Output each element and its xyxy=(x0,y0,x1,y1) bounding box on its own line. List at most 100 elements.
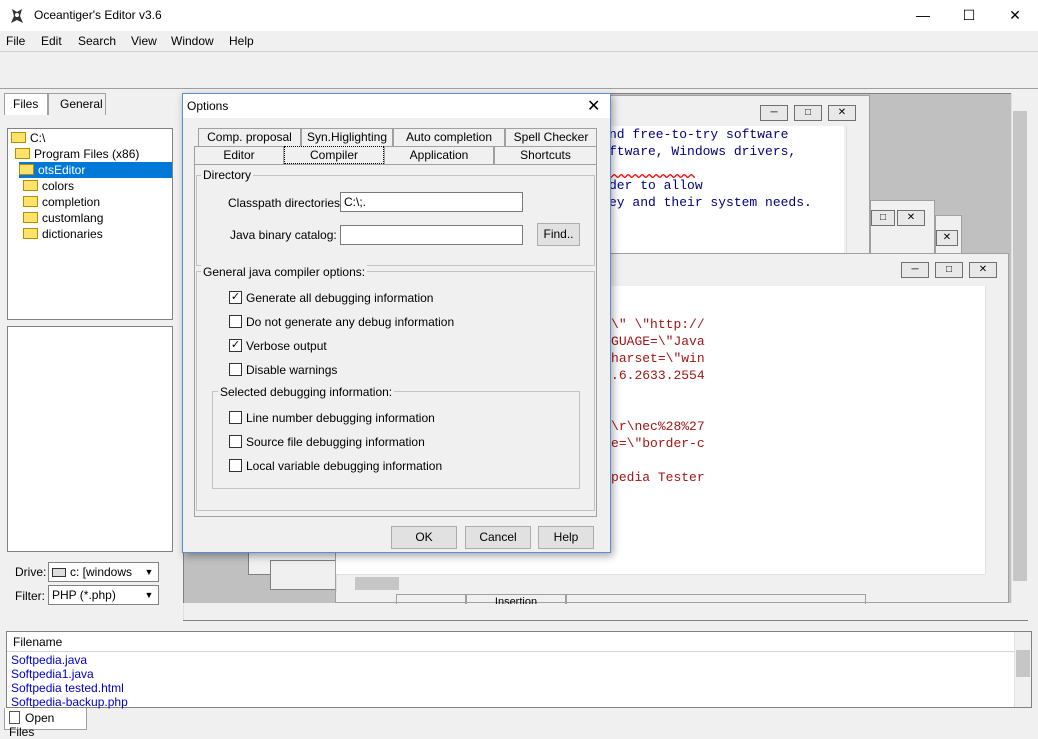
tree-item-completion[interactable]: completion xyxy=(23,194,100,210)
classpath-input[interactable]: C:\;. xyxy=(340,192,523,212)
cancel-button[interactable]: Cancel xyxy=(465,526,531,549)
app-logo-icon xyxy=(11,9,23,23)
editor-window-mid: □ ✕ xyxy=(870,200,935,255)
scroll-thumb[interactable] xyxy=(355,577,399,590)
menu-help[interactable]: Help xyxy=(229,34,254,48)
status-insertion: Insertion xyxy=(466,594,566,604)
filter-label: Filter: xyxy=(15,589,45,603)
drive-icon xyxy=(52,568,66,577)
editor-back-vscroll[interactable] xyxy=(846,126,866,256)
editor-front-hscroll[interactable] xyxy=(336,574,985,592)
checkbox[interactable] xyxy=(229,411,242,424)
folder-icon xyxy=(23,196,38,207)
option-source-file-debug: Source file debugging information xyxy=(246,435,425,449)
open-files-list: Filename Softpedia.java Softpedia1.java … xyxy=(6,631,1032,709)
close-button[interactable]: ✕ xyxy=(992,0,1038,31)
tab-syn-highlighting[interactable]: Syn.Higlighting xyxy=(301,128,393,146)
list-item[interactable]: Softpedia.java xyxy=(11,653,87,667)
menu-view[interactable]: View xyxy=(131,34,157,48)
scroll-thumb[interactable] xyxy=(1013,111,1027,581)
list-item[interactable]: Softpedia1.java xyxy=(11,667,94,681)
filter-select[interactable]: PHP (*.php) ▼ xyxy=(48,585,159,605)
option-verbose-output: Verbose output xyxy=(246,339,327,353)
tab-editor[interactable]: Editor xyxy=(194,146,284,164)
status-insertion-text: Insertion xyxy=(494,596,538,604)
tab-general[interactable]: General xyxy=(48,93,106,115)
restore-icon[interactable]: □ xyxy=(935,262,963,278)
minimize-icon[interactable]: ─ xyxy=(901,262,929,278)
mdi-vscroll[interactable] xyxy=(1011,93,1028,603)
drive-label: Drive: xyxy=(15,565,47,579)
tab-application[interactable]: Application xyxy=(384,146,494,164)
restore-icon[interactable]: □ xyxy=(871,210,895,226)
checkbox[interactable] xyxy=(229,459,242,472)
menu-bar: File Edit Search View Window Help xyxy=(0,31,1038,51)
classpath-label: Classpath directories: xyxy=(228,196,344,210)
code-line-blank: . xyxy=(609,160,844,177)
filelist-vscroll[interactable] xyxy=(1014,632,1031,707)
drive-select[interactable]: c: [windows ▼ xyxy=(48,562,159,582)
list-item[interactable]: Softpedia-backup.php xyxy=(11,695,128,709)
status-cell xyxy=(566,594,866,604)
tab-auto-completion[interactable]: Auto completion xyxy=(393,128,505,146)
filename-column-header[interactable]: Filename xyxy=(7,632,1017,652)
mdi-hscroll[interactable] xyxy=(183,603,1028,620)
option-local-variable-debug: Local variable debugging information xyxy=(246,459,443,473)
minimize-button[interactable]: — xyxy=(900,0,946,31)
tree-item-label: Program Files (x86) xyxy=(34,147,140,161)
tree-item-colors[interactable]: colors xyxy=(23,178,74,194)
dialog-close-icon[interactable]: ✕ xyxy=(587,96,600,116)
maximize-button[interactable]: ☐ xyxy=(946,0,992,31)
menu-window[interactable]: Window xyxy=(171,34,214,48)
tab-open-files[interactable]: Open Files xyxy=(4,708,87,739)
checkbox[interactable] xyxy=(229,315,242,328)
close-icon[interactable]: ✕ xyxy=(969,262,997,278)
tree-item-dictionaries[interactable]: dictionaries xyxy=(23,226,103,242)
tab-compiler[interactable]: Compiler xyxy=(284,146,384,164)
option-no-debug: Do not generate any debug information xyxy=(246,315,455,329)
tree-item-label: customlang xyxy=(42,211,104,225)
java-binary-input[interactable] xyxy=(340,225,523,245)
checkbox[interactable] xyxy=(229,363,242,376)
code-editor-back[interactable]: nd free-to-try software ftware, Windows d… xyxy=(606,126,844,256)
tab-shortcuts[interactable]: Shortcuts xyxy=(494,146,597,164)
checkbox[interactable]: ✓ xyxy=(229,291,242,304)
toolbar xyxy=(0,51,1038,89)
code-line: ey and their system needs. xyxy=(609,195,812,210)
menu-search[interactable]: Search xyxy=(78,34,116,48)
classpath-value: C:\;. xyxy=(344,195,367,209)
restore-icon[interactable]: □ xyxy=(794,105,822,121)
tab-files[interactable]: Files xyxy=(4,93,48,115)
status-cell xyxy=(396,594,466,604)
title-bar: Oceantiger's Editor v3.6 — ☐ ✕ xyxy=(0,0,1038,31)
editor-front-vscroll[interactable] xyxy=(985,286,1005,574)
tree-item-program-files[interactable]: Program Files (x86) xyxy=(15,146,139,162)
menu-file[interactable]: File xyxy=(6,34,25,48)
minimize-icon[interactable]: ─ xyxy=(760,105,788,121)
close-icon[interactable]: ✕ xyxy=(828,105,856,121)
tree-item-root[interactable]: C:\ xyxy=(11,130,45,146)
tree-item-label: dictionaries xyxy=(42,227,103,241)
folder-open-icon xyxy=(19,164,34,175)
drive-value: c: [windows xyxy=(70,565,133,579)
code-line: ftware, Windows drivers, xyxy=(609,144,797,159)
tab-comp-proposal[interactable]: Comp. proposal xyxy=(198,128,301,146)
checkbox[interactable] xyxy=(229,435,242,448)
find-button[interactable]: Find.. xyxy=(537,223,580,246)
option-line-number-debug: Line number debugging information xyxy=(246,411,435,425)
close-icon[interactable]: ✕ xyxy=(897,210,925,226)
tab-files-label: Files xyxy=(13,97,39,111)
tree-item-otseditor[interactable]: otsEditor xyxy=(19,162,172,178)
editor-window-mid2: ✕ xyxy=(935,215,962,255)
checkbox[interactable]: ✓ xyxy=(229,339,242,352)
list-item[interactable]: Softpedia tested.html xyxy=(11,681,124,695)
menu-edit[interactable]: Edit xyxy=(41,34,62,48)
ok-button[interactable]: OK xyxy=(391,526,457,549)
tree-item-customlang[interactable]: customlang xyxy=(23,210,103,226)
dialog-title-bar: Options ✕ xyxy=(183,94,610,118)
directory-group xyxy=(196,175,595,266)
help-button[interactable]: Help xyxy=(538,526,594,549)
scroll-thumb[interactable] xyxy=(1016,650,1030,677)
tab-spell-checker[interactable]: Spell Checker xyxy=(505,128,597,146)
close-icon[interactable]: ✕ xyxy=(936,230,958,246)
